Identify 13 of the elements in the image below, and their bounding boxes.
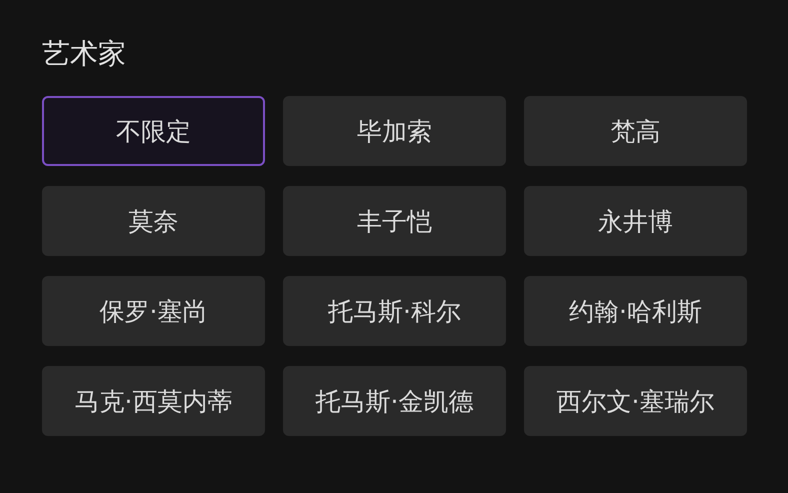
- artist-option[interactable]: 莫奈: [42, 186, 265, 256]
- artist-option[interactable]: 丰子恺: [283, 186, 506, 256]
- artist-option[interactable]: 梵高: [524, 96, 747, 166]
- artist-option[interactable]: 不限定: [42, 96, 265, 166]
- artist-option[interactable]: 永井博: [524, 186, 747, 256]
- artist-option[interactable]: 约翰·哈利斯: [524, 276, 747, 346]
- artist-option[interactable]: 保罗·塞尚: [42, 276, 265, 346]
- section-title: 艺术家: [42, 36, 126, 72]
- artist-option[interactable]: 托马斯·科尔: [283, 276, 506, 346]
- artist-option[interactable]: 毕加索: [283, 96, 506, 166]
- artist-option[interactable]: 马克·西莫内蒂: [42, 366, 265, 436]
- artist-option[interactable]: 托马斯·金凯德: [283, 366, 506, 436]
- artist-option[interactable]: 西尔文·塞瑞尔: [524, 366, 747, 436]
